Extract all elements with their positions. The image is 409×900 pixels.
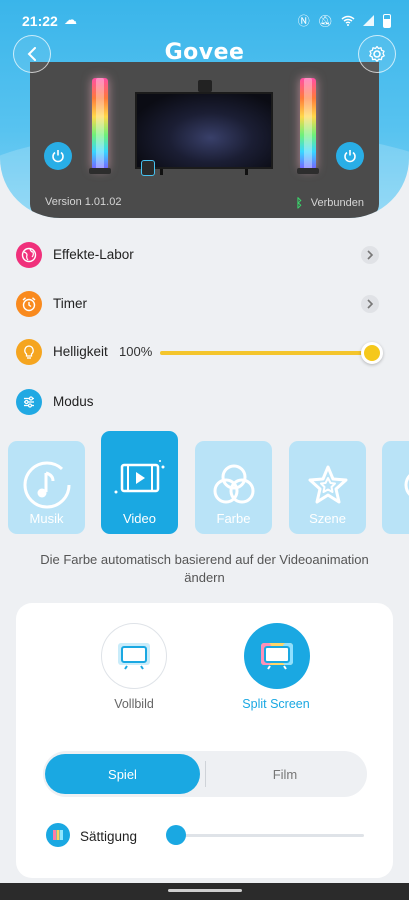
mode-tile-color[interactable]: Farbe: [195, 441, 272, 534]
tv-screen: [135, 92, 273, 169]
music-note-icon: [8, 455, 85, 515]
light-bar-left: [92, 78, 108, 170]
effects-lab-label: Effekte-Labor: [53, 247, 134, 262]
alarm-clock-icon: [16, 291, 42, 317]
brightness-value: 100%: [119, 344, 153, 359]
mode-description: Die Farbe automatisch basierend auf der …: [40, 552, 369, 585]
globe-icon: [16, 242, 42, 268]
device-preview: Version 1.01.02 ᛒ Verbunden: [30, 62, 379, 218]
tv-icon: [118, 643, 150, 670]
light-bar-left-base: [89, 168, 111, 174]
chevron-right-icon: [361, 246, 379, 264]
split-screen-option[interactable]: [244, 623, 310, 689]
bluetooth-icon: ᛒ: [295, 196, 303, 210]
saturation-slider-track[interactable]: [178, 834, 364, 837]
star-icon: [289, 455, 366, 515]
control-box: [141, 160, 155, 176]
brightness-label: Helligkeit: [53, 344, 108, 359]
gear-icon: [369, 45, 385, 62]
saturation-slider-thumb[interactable]: [166, 825, 186, 845]
brightness-row: Helligkeit 100%: [0, 331, 409, 375]
power-right-button[interactable]: [336, 142, 364, 170]
mode-tile-label: Szene: [309, 511, 346, 526]
sliders-icon: [16, 389, 42, 415]
mode-tiles: Musik Video Farbe Szene: [0, 431, 409, 536]
color-circles-icon: [195, 455, 272, 515]
device-header: 21:22 ☁ Ⓝ 🔕︎ Version 1.01.02 ᛒ Verbunden: [0, 0, 409, 218]
saturation-icon: [46, 823, 70, 847]
mode-tile-more[interactable]: [382, 441, 409, 534]
mode-tile-music[interactable]: Musik: [8, 441, 85, 534]
power-left-button[interactable]: [44, 142, 72, 170]
nfc-icon: Ⓝ: [297, 14, 310, 28]
segment-movie[interactable]: Film: [206, 754, 364, 794]
brightness-slider-track[interactable]: [160, 351, 372, 355]
split-screen-label: Split Screen: [242, 697, 310, 711]
cloud-icon: ☁: [64, 12, 77, 27]
mode-tile-label: Farbe: [216, 511, 251, 526]
tv-leg-left: [160, 169, 163, 175]
status-bar: 21:22 ☁ Ⓝ 🔕︎: [0, 0, 409, 40]
wifi-icon: [341, 15, 355, 26]
connection-status: ᛒ Verbunden: [296, 196, 364, 210]
content-type-toggle: Spiel Film: [43, 751, 367, 797]
mode-label: Modus: [53, 394, 94, 409]
timer-label: Timer: [53, 296, 87, 311]
mode-tile-scene[interactable]: Szene: [289, 441, 366, 534]
mute-icon: 🔕︎: [317, 13, 333, 28]
firmware-version: Version 1.01.02: [45, 196, 122, 208]
mode-tile-label: Video: [122, 511, 156, 526]
brightness-slider-thumb[interactable]: [361, 342, 383, 364]
split-tv-icon: [261, 643, 293, 670]
lightbulb-icon: [16, 339, 42, 365]
fullscreen-option[interactable]: [101, 623, 167, 689]
tv-camera: [198, 80, 212, 92]
status-icons: Ⓝ 🔕︎: [298, 12, 391, 29]
govee-logo: Govee: [164, 40, 245, 65]
segment-game[interactable]: Spiel: [45, 754, 200, 794]
partial-mode-icon: [382, 455, 409, 515]
mode-row: Modus: [0, 381, 409, 425]
timer-row[interactable]: Timer: [0, 283, 409, 327]
mode-tile-video[interactable]: Video: [101, 431, 178, 534]
light-bar-right: [300, 78, 316, 170]
home-gesture-handle[interactable]: [168, 889, 242, 892]
saturation-label: Sättigung: [80, 829, 138, 844]
connection-label: Verbunden: [310, 197, 364, 209]
settings-button[interactable]: [358, 35, 396, 73]
status-time: 21:22: [22, 13, 58, 29]
signal-icon: [363, 15, 374, 26]
mode-tile-label: Musik: [29, 511, 64, 526]
system-nav-bar: [0, 883, 409, 900]
video-settings-panel: Vollbild Split Screen Spiel Film Sättigu…: [16, 603, 393, 878]
effects-lab-row[interactable]: Effekte-Labor: [0, 234, 409, 278]
chevron-right-icon: [361, 295, 379, 313]
battery-icon: [383, 13, 391, 28]
video-icon: [101, 449, 178, 509]
fullscreen-label: Vollbild: [114, 697, 154, 711]
power-icon: [52, 150, 64, 163]
power-icon: [344, 150, 356, 163]
light-bar-right-base: [297, 168, 319, 174]
tv-leg-right: [245, 169, 248, 175]
